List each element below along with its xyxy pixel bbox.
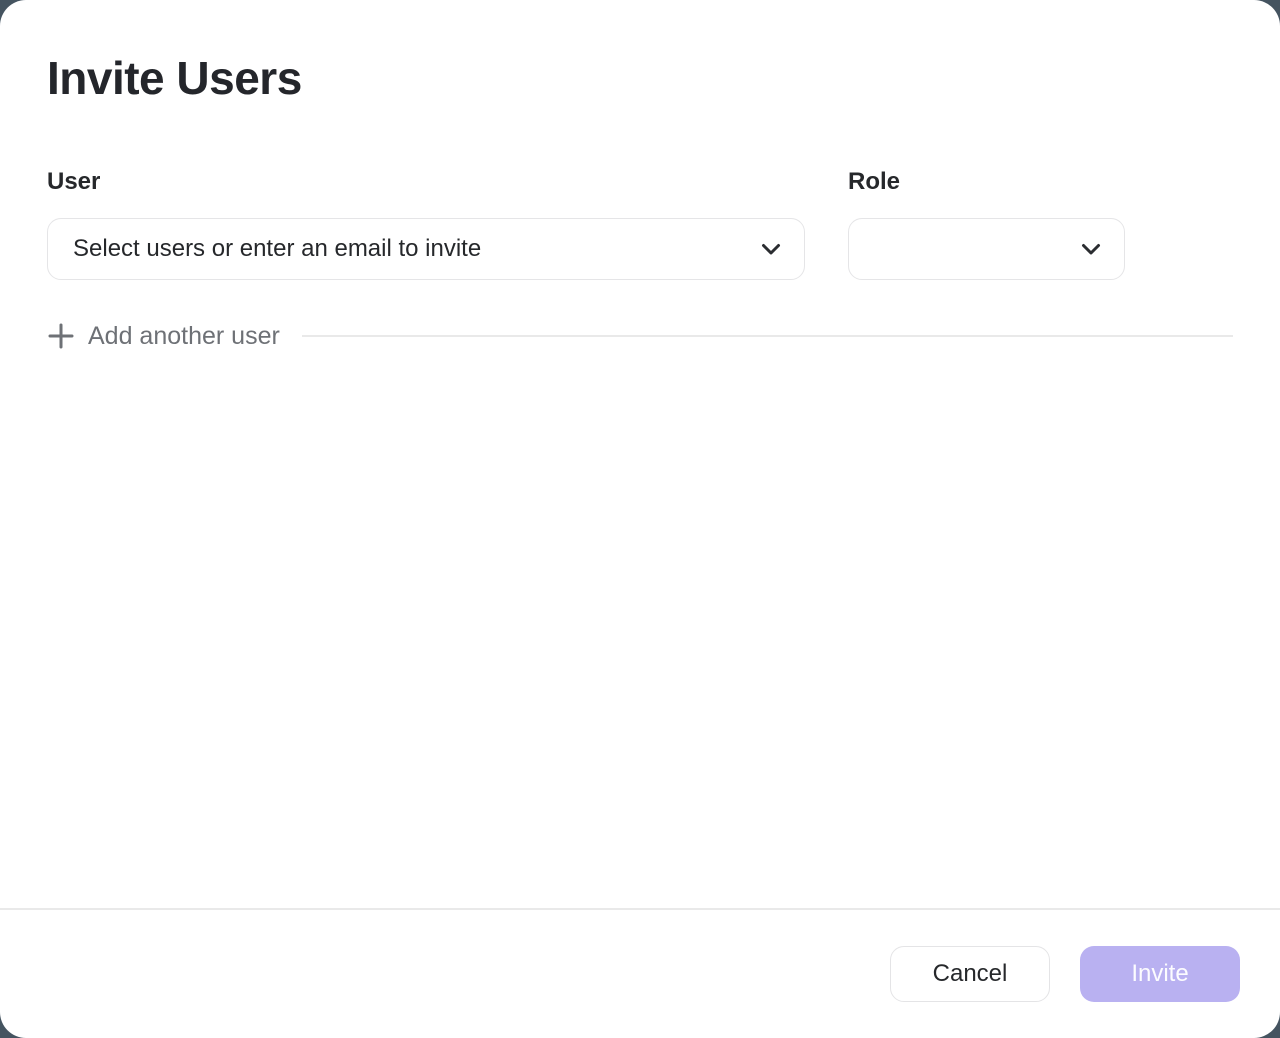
add-another-user-button[interactable]: Add another user bbox=[47, 322, 280, 350]
invite-users-modal: Invite Users User Select users or enter … bbox=[0, 0, 1280, 1038]
add-another-user-label: Add another user bbox=[88, 322, 280, 350]
invite-button[interactable]: Invite bbox=[1080, 946, 1240, 1002]
cancel-button[interactable]: Cancel bbox=[890, 946, 1050, 1002]
modal-title: Invite Users bbox=[47, 52, 1233, 104]
role-select[interactable] bbox=[848, 218, 1125, 280]
role-field-label: Role bbox=[848, 168, 1125, 196]
user-select-value: Select users or enter an email to invite bbox=[73, 235, 481, 263]
user-field-label: User bbox=[47, 168, 805, 196]
plus-icon bbox=[47, 322, 75, 350]
invite-form-row: User Select users or enter an email to i… bbox=[47, 168, 1233, 280]
user-select[interactable]: Select users or enter an email to invite bbox=[47, 218, 805, 280]
modal-body: Invite Users User Select users or enter … bbox=[0, 0, 1280, 908]
add-another-user-row: Add another user bbox=[47, 322, 1233, 350]
user-field: User Select users or enter an email to i… bbox=[47, 168, 805, 280]
horizontal-divider bbox=[302, 335, 1233, 337]
chevron-down-icon bbox=[761, 243, 781, 256]
role-field: Role bbox=[848, 168, 1125, 280]
modal-footer: Cancel Invite bbox=[0, 908, 1280, 1038]
chevron-down-icon bbox=[1081, 243, 1101, 256]
